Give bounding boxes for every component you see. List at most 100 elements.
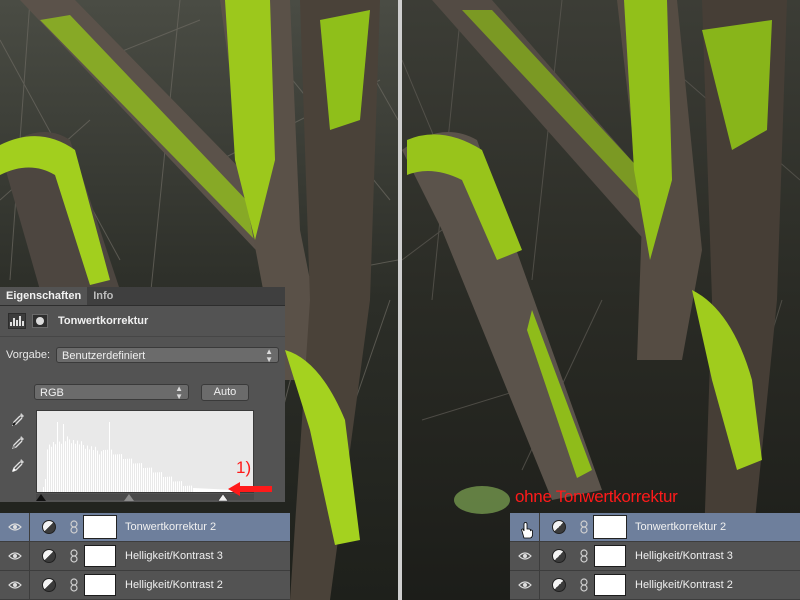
histogram-bar (59, 441, 60, 492)
channel-row: RGB ▲ ▼ Auto (34, 383, 249, 401)
layer-row-helligkeit-kontrast-2[interactable]: Helligkeit/Kontrast 2 (0, 571, 290, 600)
preset-dropdown[interactable]: Benutzerdefiniert ▲ ▼ (56, 347, 279, 364)
histogram-bar (53, 442, 54, 492)
histogram-bar (69, 439, 70, 492)
histogram-bar (61, 443, 62, 492)
layer-name: Helligkeit/Kontrast 2 (635, 579, 733, 591)
layer-name: Helligkeit/Kontrast 3 (635, 550, 733, 562)
chain-link-icon[interactable] (69, 520, 79, 534)
histogram-bar (181, 481, 182, 492)
annotation-step-number: 1) (236, 458, 252, 477)
eye-icon[interactable] (0, 542, 30, 570)
chain-link-icon[interactable] (69, 578, 79, 592)
layer-mask-thumbnail[interactable] (593, 515, 627, 539)
gray-point-eyedropper-icon[interactable] (10, 434, 26, 450)
adjustment-layer-icon (552, 549, 566, 563)
histogram-bar (137, 463, 138, 492)
histogram-bar (135, 463, 136, 492)
tab-info[interactable]: Info (87, 287, 119, 305)
properties-tabbar: Eigenschaften Info (0, 287, 285, 306)
photo-without-levels-adjustment (402, 0, 800, 600)
tab-eigenschaften[interactable]: Eigenschaften (0, 287, 88, 305)
layer-name: Helligkeit/Kontrast 3 (125, 550, 223, 562)
white-point-eyedropper-icon[interactable] (10, 457, 26, 473)
auto-button[interactable]: Auto (201, 383, 249, 401)
histogram-bar (121, 454, 122, 492)
histogram-bar (55, 444, 56, 492)
histogram-bar (127, 458, 128, 492)
adjustment-layer-icon (42, 578, 56, 592)
adjustment-title: Tonwertkorrektur (58, 315, 149, 327)
histogram-bar (115, 454, 116, 492)
eye-icon[interactable] (510, 542, 540, 570)
eyedropper-tools (10, 411, 26, 480)
histogram-bar (155, 472, 156, 492)
histogram-bar (125, 458, 126, 492)
histogram-bar (113, 454, 114, 492)
input-levels-slider[interactable] (36, 492, 254, 502)
preset-label: Vorgabe: (6, 349, 51, 361)
eye-icon[interactable] (0, 513, 30, 541)
histogram-bar (177, 481, 178, 492)
layer-mask-thumbnail[interactable] (84, 545, 116, 567)
histogram-bar (165, 476, 166, 492)
histogram-bar (103, 450, 104, 492)
histogram-bar (143, 468, 144, 492)
histogram-bar (163, 477, 164, 492)
histogram-bar (151, 467, 152, 492)
histogram-bar (119, 454, 120, 492)
levels-adjustment-icon[interactable] (8, 313, 26, 329)
histogram-bar (67, 436, 68, 492)
layer-row-helligkeit-kontrast-3[interactable]: Helligkeit/Kontrast 3 (510, 542, 800, 571)
histogram-bar (157, 472, 158, 492)
black-point-eyedropper-icon[interactable] (10, 411, 26, 427)
layer-mask-thumbnail[interactable] (84, 574, 116, 596)
annotation-arrow-icon (228, 482, 272, 496)
histogram-bar (51, 446, 52, 492)
chain-link-icon[interactable] (579, 578, 589, 592)
layer-mask-thumbnail[interactable] (594, 574, 626, 596)
histogram-bar (147, 467, 148, 492)
layer-row-helligkeit-kontrast-3[interactable]: Helligkeit/Kontrast 3 (0, 542, 290, 571)
histogram-bar (167, 476, 168, 492)
eye-icon[interactable] (510, 571, 540, 599)
chain-link-icon[interactable] (579, 520, 589, 534)
histogram-bar (65, 441, 66, 492)
preset-row: Vorgabe: Benutzerdefiniert ▲ ▼ (6, 346, 279, 364)
histogram-bar (63, 424, 64, 492)
eye-icon[interactable] (0, 571, 30, 599)
histogram-bar (75, 443, 76, 492)
layer-name: Helligkeit/Kontrast 2 (125, 579, 223, 591)
levels-histogram (36, 410, 254, 493)
layer-mask-icon[interactable] (32, 314, 48, 328)
histogram-bar (145, 467, 146, 492)
histogram-graph (37, 411, 253, 492)
histogram-bar (133, 463, 134, 492)
layer-name: Tonwertkorrektur 2 (635, 521, 727, 533)
histogram-bar (171, 476, 172, 492)
channel-value: RGB (40, 387, 64, 399)
histogram-bar (91, 446, 92, 492)
layer-row-tonwertkorrektur-2[interactable]: Tonwertkorrektur 2 (0, 513, 290, 542)
channel-dropdown[interactable]: RGB ▲ ▼ (34, 384, 189, 401)
histogram-bar (161, 472, 162, 492)
histogram-bar (123, 459, 124, 492)
histogram-bar (149, 467, 150, 492)
adjustment-layer-icon (552, 578, 566, 592)
histogram-bar (89, 449, 90, 492)
layer-row-tonwertkorrektur-2[interactable]: Tonwertkorrektur 2 (510, 513, 800, 542)
histogram-bar (101, 451, 102, 492)
layer-mask-thumbnail[interactable] (594, 545, 626, 567)
histogram-bar (97, 450, 98, 492)
updown-chevron-icon: ▲ ▼ (265, 347, 273, 364)
layer-row-helligkeit-kontrast-2[interactable]: Helligkeit/Kontrast 2 (510, 571, 800, 600)
histogram-bar (95, 446, 96, 492)
histogram-bar (117, 454, 118, 492)
chain-link-icon[interactable] (579, 549, 589, 563)
hand-cursor-icon (521, 522, 533, 539)
layer-mask-thumbnail[interactable] (83, 515, 117, 539)
histogram-bar (107, 449, 108, 492)
layers-panel-left: Tonwertkorrektur 2 Helligkeit/Kontrast 3… (0, 513, 290, 600)
chain-link-icon[interactable] (69, 549, 79, 563)
histogram-bar (93, 450, 94, 492)
